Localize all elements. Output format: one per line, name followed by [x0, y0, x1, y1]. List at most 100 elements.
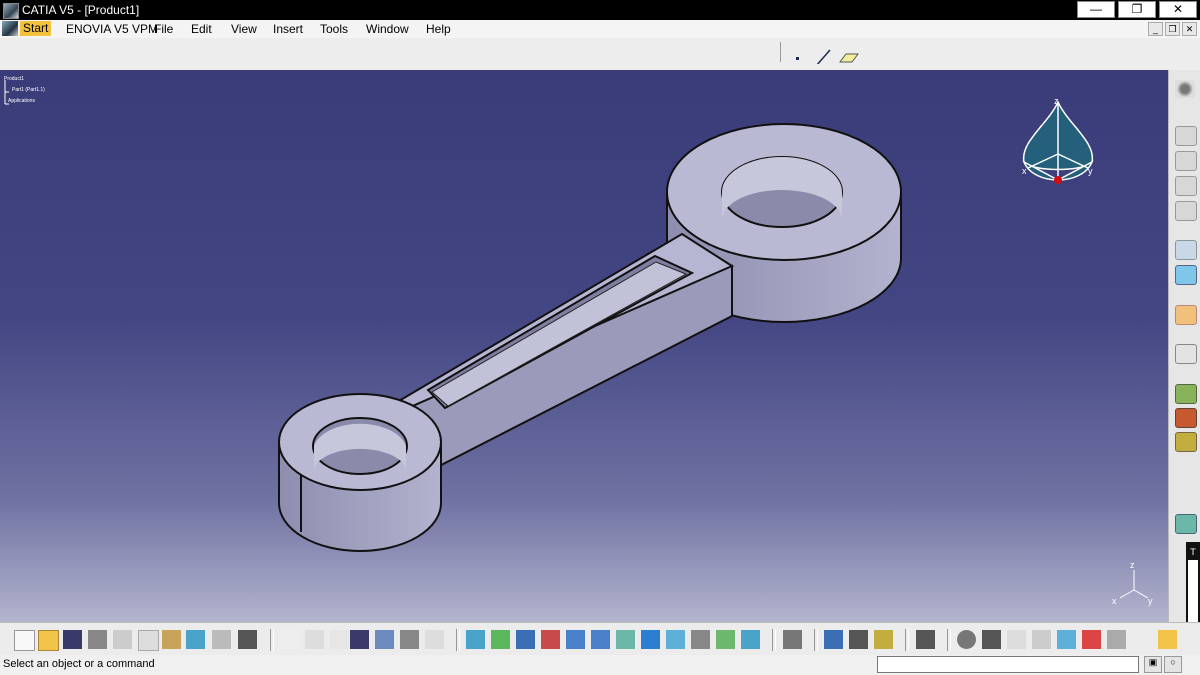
select-arrow-icon[interactable] — [1175, 305, 1197, 325]
menu-window[interactable]: Window — [366, 22, 409, 36]
3d-viewport[interactable]: Product1 Part1 (Part1.1) Applications z … — [0, 70, 1168, 622]
separator — [814, 629, 818, 651]
axis-z-label: z — [1130, 560, 1135, 570]
iso-view-icon[interactable] — [666, 630, 685, 649]
save-icon[interactable] — [63, 630, 82, 649]
connecting-rod-model[interactable] — [0, 70, 1168, 622]
axis-triad: z x y — [1112, 560, 1153, 606]
title-bar: CATIA V5 - [Product1] — ❐ ✕ — [0, 0, 1200, 20]
compass-handle-icon[interactable] — [1054, 176, 1062, 184]
window-title: CATIA V5 - [Product1] — [22, 3, 140, 17]
separator — [456, 629, 460, 651]
swap-visible-icon[interactable] — [741, 630, 760, 649]
top-toolbar — [0, 38, 1200, 71]
open-folder-icon[interactable] — [38, 630, 59, 651]
restore-button[interactable]: ❐ — [1118, 1, 1156, 18]
minimize-button[interactable]: — — [1077, 1, 1115, 18]
swap-icon[interactable] — [957, 630, 976, 649]
normal-view-icon[interactable] — [616, 630, 635, 649]
floating-toolbar-title: T — [1188, 544, 1198, 560]
catalog-icon[interactable] — [375, 630, 394, 649]
menu-tools[interactable]: Tools — [320, 22, 348, 36]
rotate-icon[interactable] — [541, 630, 560, 649]
doc-restore-button[interactable]: ❐ — [1165, 22, 1180, 36]
info-icon[interactable] — [330, 630, 349, 649]
menu-insert[interactable]: Insert — [273, 22, 303, 36]
bottom-toolbar — [0, 622, 1200, 656]
fly-mode-icon[interactable] — [466, 630, 485, 649]
hand-icon[interactable] — [982, 630, 1001, 649]
pan-icon[interactable] — [516, 630, 535, 649]
cut-icon[interactable] — [113, 630, 132, 649]
hide-show-icon[interactable] — [716, 630, 735, 649]
measure-between-icon[interactable] — [824, 630, 843, 649]
doc-close-button[interactable]: ✕ — [1182, 22, 1197, 36]
knowledge-icon[interactable] — [305, 630, 324, 649]
new-file-icon[interactable] — [14, 630, 35, 651]
point-icon[interactable] — [796, 57, 799, 60]
part-icon[interactable] — [1175, 176, 1197, 196]
right-toolbar — [1168, 70, 1200, 622]
update-icon[interactable] — [783, 630, 802, 649]
axis-y-label: y — [1148, 596, 1153, 606]
existing-component-icon[interactable] — [1175, 201, 1197, 221]
replace-component-icon[interactable] — [1175, 240, 1197, 260]
separator — [772, 629, 776, 651]
axis-icon[interactable] — [1007, 630, 1026, 649]
camera-icon[interactable] — [916, 630, 935, 649]
point-tool-icon[interactable] — [1175, 474, 1195, 492]
contact-constraint-icon[interactable] — [1175, 408, 1197, 428]
whats-this-icon[interactable] — [238, 630, 257, 649]
parameters-icon[interactable] — [425, 630, 444, 649]
constraint-icon[interactable] — [1175, 384, 1197, 404]
measure-inertia-icon[interactable] — [874, 630, 893, 649]
product-icon[interactable] — [1175, 151, 1197, 171]
sketch-icon[interactable] — [1175, 344, 1197, 364]
command-input[interactable] — [877, 656, 1139, 673]
gear-icon[interactable] — [1175, 80, 1195, 98]
paste-icon[interactable] — [162, 630, 181, 649]
compass-z-label: z — [1054, 96, 1059, 106]
compass-widget[interactable]: z x y — [1018, 94, 1098, 206]
zoom-out-icon[interactable] — [591, 630, 610, 649]
command-option-button[interactable]: ▣ — [1144, 656, 1162, 673]
graph-tree-icon[interactable] — [1175, 265, 1197, 285]
zoom-in-icon[interactable] — [566, 630, 585, 649]
multi-view-icon[interactable] — [641, 630, 660, 649]
product-component-icon[interactable] — [1175, 126, 1197, 146]
redo-icon[interactable] — [212, 630, 231, 649]
menu-enovia[interactable]: ENOVIA V5 VPM — [66, 22, 158, 36]
cylinder-icon[interactable] — [1057, 630, 1076, 649]
menu-view[interactable]: View — [231, 22, 257, 36]
measure-item-icon[interactable] — [849, 630, 868, 649]
close-button[interactable]: ✕ — [1159, 1, 1197, 18]
line-icon[interactable] — [816, 49, 831, 64]
catia-app-icon[interactable] — [3, 3, 19, 19]
compass-y-label: y — [1088, 166, 1093, 176]
catia-logo-icon — [1158, 630, 1177, 649]
table-icon[interactable] — [350, 630, 369, 649]
separator — [905, 629, 909, 651]
menu-edit[interactable]: Edit — [191, 22, 212, 36]
undo-icon[interactable] — [186, 630, 205, 649]
menu-help[interactable]: Help — [426, 22, 451, 36]
units-icon[interactable] — [1032, 630, 1051, 649]
fit-all-icon[interactable] — [491, 630, 510, 649]
compass-x-label: x — [1022, 166, 1027, 176]
surface-icon[interactable] — [1175, 514, 1197, 534]
plane-icon[interactable] — [839, 53, 859, 63]
document-icon[interactable] — [2, 21, 18, 36]
formula-icon[interactable] — [280, 630, 299, 649]
shading-icon[interactable] — [691, 630, 710, 649]
command-stop-button[interactable]: ○ — [1164, 656, 1182, 673]
lock-icon[interactable] — [400, 630, 419, 649]
filter-icon[interactable] — [1082, 630, 1101, 649]
offset-constraint-icon[interactable] — [1175, 432, 1197, 452]
layers-icon[interactable] — [1107, 630, 1126, 649]
menu-start[interactable]: Start — [20, 21, 52, 36]
status-message: Select an object or a command — [3, 658, 155, 670]
copy-icon[interactable] — [138, 630, 159, 651]
menu-file[interactable]: File — [154, 22, 173, 36]
doc-minimize-button[interactable]: _ — [1148, 22, 1163, 36]
print-icon[interactable] — [88, 630, 107, 649]
